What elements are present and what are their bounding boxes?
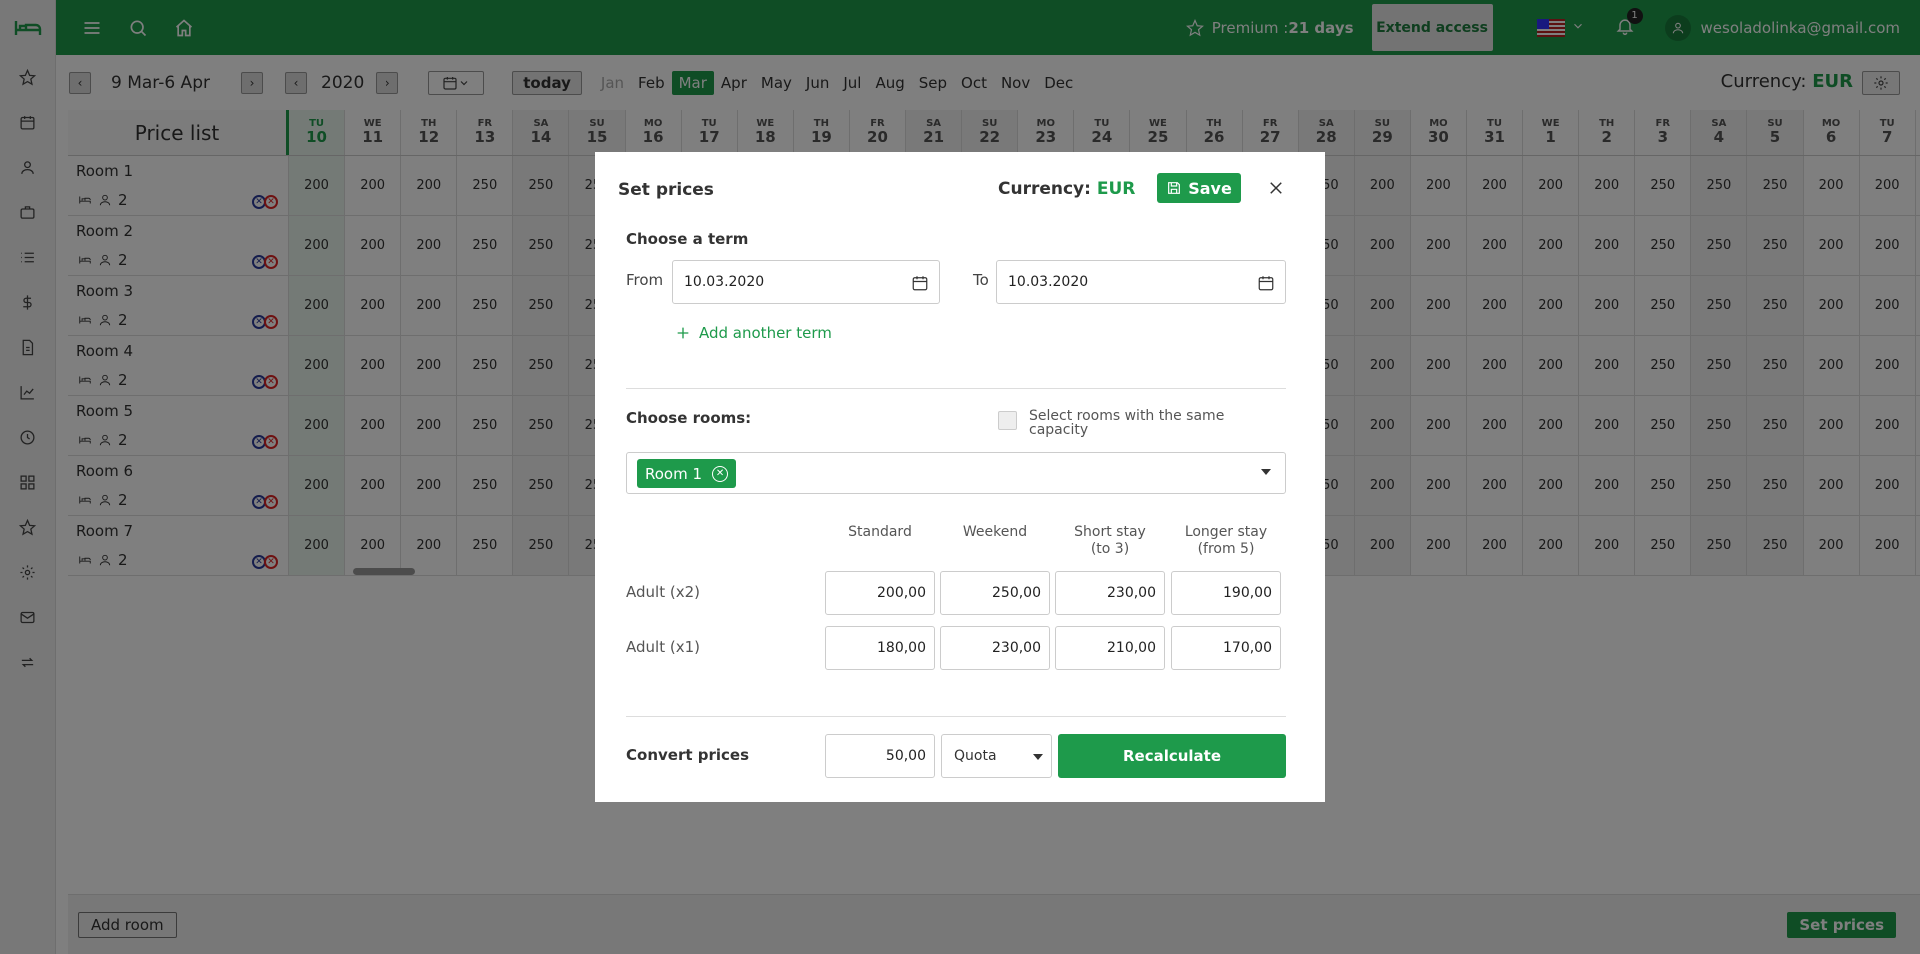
row-label-adult-x1: Adult (x1) <box>626 638 700 656</box>
convert-type-select[interactable]: Quota <box>941 734 1052 778</box>
recalculate-button[interactable]: Recalculate <box>1058 734 1286 778</box>
convert-value-input[interactable]: 50,00 <box>825 734 935 778</box>
to-label: To <box>973 271 989 289</box>
choose-rooms-label: Choose rooms: <box>626 409 752 427</box>
close-icon[interactable] <box>1267 179 1287 199</box>
same-capacity-checkbox[interactable]: Select rooms with the same capacity <box>998 409 1239 437</box>
modal-currency: Currency: EUR <box>998 179 1135 199</box>
add-term-label: Add another term <box>699 324 832 342</box>
price-input[interactable]: 230,00 <box>1055 571 1165 615</box>
to-date-value: 10.03.2020 <box>1008 274 1089 290</box>
room-chip-label: Room 1 <box>645 464 703 483</box>
price-input[interactable]: 210,00 <box>1055 626 1165 670</box>
checkbox[interactable] <box>998 411 1017 430</box>
dropdown-caret-icon <box>1033 754 1043 760</box>
modal-currency-value: EUR <box>1096 179 1136 199</box>
from-date-value: 10.03.2020 <box>684 274 765 290</box>
choose-term-label: Choose a term <box>626 230 749 248</box>
col-longer-stay: Longer stay (from 5) <box>1184 524 1268 557</box>
same-capacity-label: Select rooms with the same capacity <box>1029 408 1225 438</box>
divider <box>626 388 1286 389</box>
row-label-adult-x2: Adult (x2) <box>626 583 700 601</box>
save-label: Save <box>1188 178 1232 198</box>
from-date-input[interactable]: 10.03.2020 <box>672 260 940 304</box>
plus-icon <box>677 327 689 339</box>
col-short-stay: Short stay (to 3) <box>1074 524 1146 557</box>
add-term-button[interactable]: Add another term <box>675 324 832 342</box>
divider <box>626 716 1286 717</box>
remove-chip-icon[interactable]: ✕ <box>712 465 729 482</box>
save-button[interactable]: Save <box>1157 173 1241 203</box>
convert-type-value: Quota <box>954 748 997 764</box>
convert-prices-label: Convert prices <box>626 746 750 764</box>
price-input[interactable]: 250,00 <box>940 571 1050 615</box>
calendar-icon[interactable] <box>1257 274 1275 292</box>
modal-title: Set prices <box>618 180 714 200</box>
price-input[interactable]: 170,00 <box>1171 626 1281 670</box>
price-input[interactable]: 200,00 <box>825 571 935 615</box>
price-input[interactable]: 190,00 <box>1171 571 1281 615</box>
price-input[interactable]: 230,00 <box>940 626 1050 670</box>
col-standard: Standard <box>848 524 912 540</box>
room-chip: Room 1 ✕ <box>637 459 737 488</box>
modal-currency-label: Currency: <box>998 179 1097 199</box>
set-prices-modal: Set prices Currency: EUR Save Choose a t… <box>595 152 1325 802</box>
to-date-input[interactable]: 10.03.2020 <box>996 260 1286 304</box>
rooms-select[interactable]: Room 1 ✕ <box>626 452 1286 494</box>
price-input[interactable]: 180,00 <box>825 626 935 670</box>
floppy-icon <box>1168 182 1181 194</box>
from-label: From <box>626 271 664 289</box>
dropdown-caret-icon[interactable] <box>1261 469 1271 475</box>
col-weekend: Weekend <box>962 524 1028 540</box>
calendar-icon[interactable] <box>911 274 929 292</box>
